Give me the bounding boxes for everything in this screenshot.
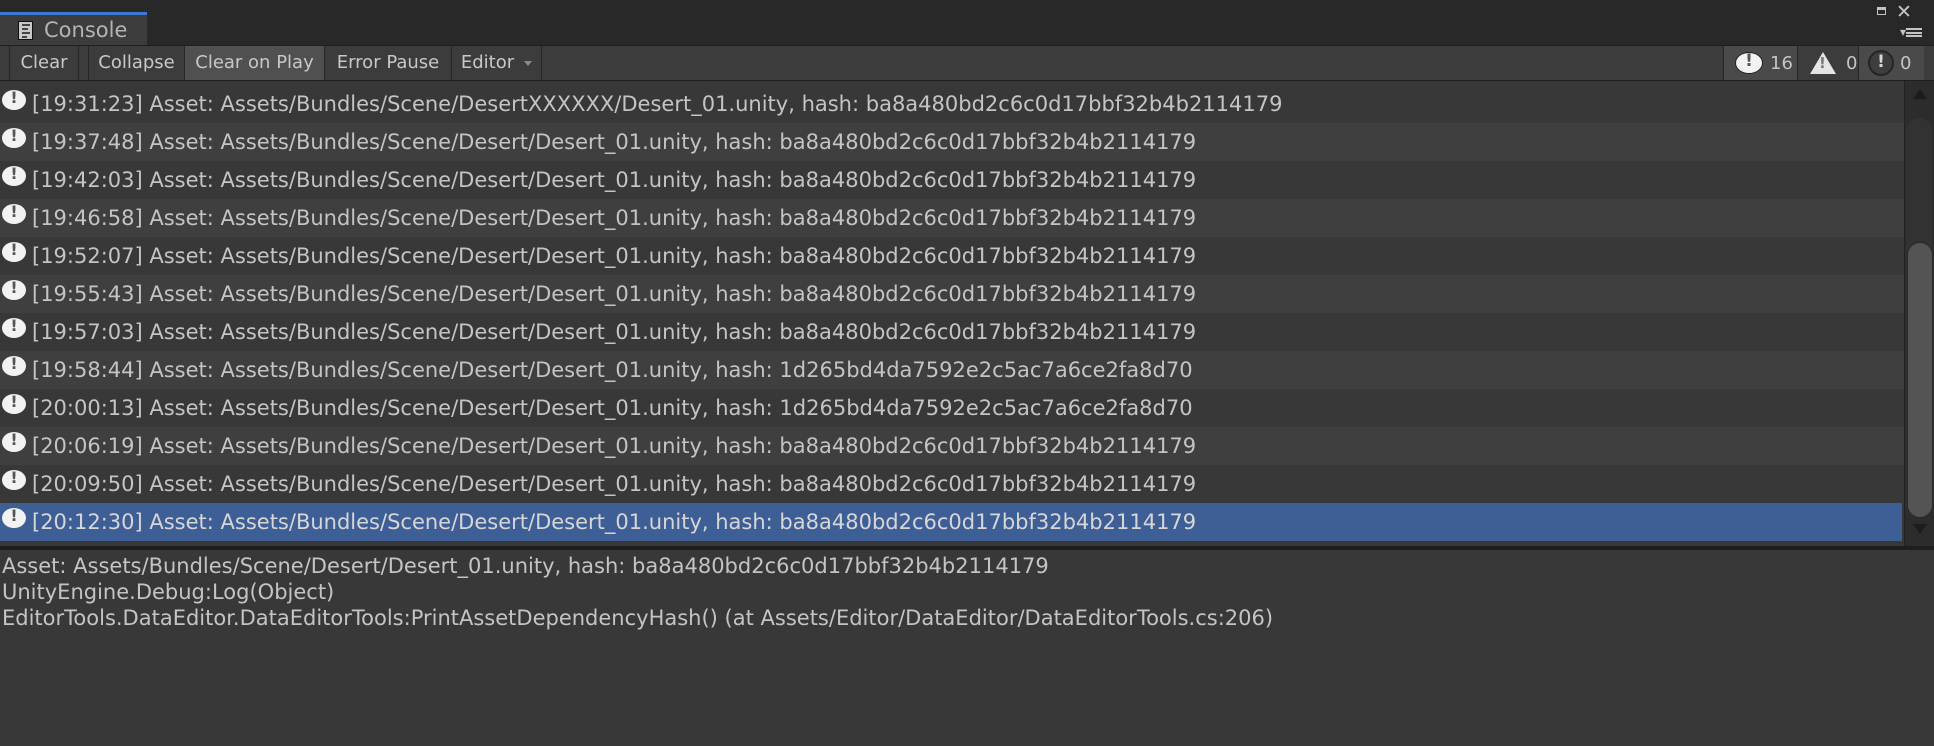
log-entry[interactable]: [19:42:03] Asset: Assets/Bundles/Scene/D…	[0, 161, 1904, 199]
window-menu-icon[interactable]: ▾	[1900, 26, 1923, 38]
info-icon	[2, 392, 26, 414]
error-filter-toggle[interactable]: 0	[1858, 46, 1924, 80]
log-entry[interactable]: [19:46:58] Asset: Assets/Bundles/Scene/D…	[0, 199, 1904, 237]
warning-count: 0	[1846, 52, 1858, 74]
toolbar-divider	[0, 46, 10, 80]
detail-stack-line[interactable]: EditorTools.DataEditor.DataEditorTools:P…	[2, 605, 1934, 631]
info-icon	[2, 202, 26, 224]
log-entry-text: [19:37:48] Asset: Assets/Bundles/Scene/D…	[32, 130, 1197, 154]
log-detail-pane: Asset: Assets/Bundles/Scene/Desert/Deser…	[0, 550, 1934, 746]
clear-button[interactable]: Clear	[10, 46, 79, 80]
clear-on-play-button[interactable]: Clear on Play	[185, 46, 325, 80]
warning-filter-toggle[interactable]: 0	[1797, 46, 1858, 80]
info-icon	[2, 164, 26, 186]
log-entry[interactable]: [20:09:50] Asset: Assets/Bundles/Scene/D…	[0, 465, 1904, 503]
log-entry[interactable]: [20:12:30] Asset: Assets/Bundles/Scene/D…	[0, 503, 1902, 541]
editor-dropdown[interactable]: Editor	[452, 46, 542, 80]
log-entry[interactable]: [19:31:23] Asset: Assets/Bundles/Scene/D…	[0, 85, 1904, 123]
log-entry-text: [19:58:44] Asset: Assets/Bundles/Scene/D…	[32, 358, 1193, 382]
error-pause-button[interactable]: Error Pause	[325, 46, 452, 80]
detail-message: Asset: Assets/Bundles/Scene/Desert/Deser…	[2, 554, 1049, 578]
detail-stack-line[interactable]: UnityEngine.Debug:Log(Object)	[2, 579, 1934, 605]
scroll-up-arrow-icon[interactable]	[1913, 89, 1927, 99]
error-count: 0	[1900, 52, 1912, 74]
collapse-button[interactable]: Collapse	[89, 46, 185, 80]
log-entry-text: [19:55:43] Asset: Assets/Bundles/Scene/D…	[32, 282, 1197, 306]
info-icon	[2, 278, 26, 300]
maximize-icon[interactable]	[1877, 7, 1886, 15]
info-icon	[1736, 51, 1762, 73]
toolbar-divider	[79, 46, 89, 80]
info-icon	[2, 430, 26, 452]
log-entry[interactable]: [19:58:44] Asset: Assets/Bundles/Scene/D…	[0, 351, 1904, 389]
scroll-down-arrow-icon[interactable]	[1913, 524, 1927, 534]
info-icon	[2, 354, 26, 376]
editor-dropdown-label: Editor	[460, 52, 515, 73]
log-entry-text: [19:52:07] Asset: Assets/Bundles/Scene/D…	[32, 244, 1197, 268]
console-doc-icon	[18, 20, 33, 40]
log-entry[interactable]: [19:55:43] Asset: Assets/Bundles/Scene/D…	[0, 275, 1904, 313]
info-icon	[2, 506, 26, 528]
tab-console[interactable]: Console	[0, 12, 147, 45]
chevron-down-icon	[524, 60, 533, 66]
window-titlebar: Console ✕ ▾	[0, 0, 1934, 45]
info-icon	[2, 316, 26, 338]
info-count: 16	[1770, 52, 1793, 74]
close-icon[interactable]: ✕	[1896, 1, 1912, 23]
log-entry[interactable]: [20:06:19] Asset: Assets/Bundles/Scene/D…	[0, 427, 1904, 465]
info-icon	[2, 126, 26, 148]
tab-label: Console	[44, 18, 128, 42]
log-entry-text: [19:42:03] Asset: Assets/Bundles/Scene/D…	[32, 168, 1197, 192]
warning-icon	[1810, 52, 1836, 74]
log-entry-text: [20:00:13] Asset: Assets/Bundles/Scene/D…	[32, 396, 1193, 420]
log-entry-text: [19:46:58] Asset: Assets/Bundles/Scene/D…	[32, 206, 1197, 230]
log-entry-text: [19:57:03] Asset: Assets/Bundles/Scene/D…	[32, 320, 1197, 344]
console-toolbar: Clear Collapse Clear on Play Error Pause…	[0, 45, 1934, 81]
scroll-thumb[interactable]	[1907, 242, 1933, 518]
window-controls: ✕ ▾	[1844, 0, 1934, 45]
scroll-track[interactable]	[1906, 118, 1933, 518]
log-entry[interactable]: [19:37:48] Asset: Assets/Bundles/Scene/D…	[0, 123, 1904, 161]
log-entry-text: [20:12:30] Asset: Assets/Bundles/Scene/D…	[32, 510, 1197, 534]
log-entry-text: [19:31:23] Asset: Assets/Bundles/Scene/D…	[32, 92, 1283, 116]
log-entry-text: [20:09:50] Asset: Assets/Bundles/Scene/D…	[32, 472, 1197, 496]
log-entry-text: [20:06:19] Asset: Assets/Bundles/Scene/D…	[32, 434, 1197, 458]
info-icon	[2, 240, 26, 262]
log-list: [19:31:23] Asset: Assets/Bundles/Scene/D…	[0, 81, 1904, 546]
info-icon	[2, 468, 26, 490]
log-entry[interactable]: [20:00:13] Asset: Assets/Bundles/Scene/D…	[0, 389, 1904, 427]
log-entry[interactable]: [19:57:03] Asset: Assets/Bundles/Scene/D…	[0, 313, 1904, 351]
log-scrollbar[interactable]	[1904, 81, 1934, 546]
info-icon	[2, 88, 26, 110]
info-filter-toggle[interactable]: 16	[1723, 46, 1797, 80]
log-entry[interactable]: [19:52:07] Asset: Assets/Bundles/Scene/D…	[0, 237, 1904, 275]
error-icon	[1868, 50, 1894, 76]
